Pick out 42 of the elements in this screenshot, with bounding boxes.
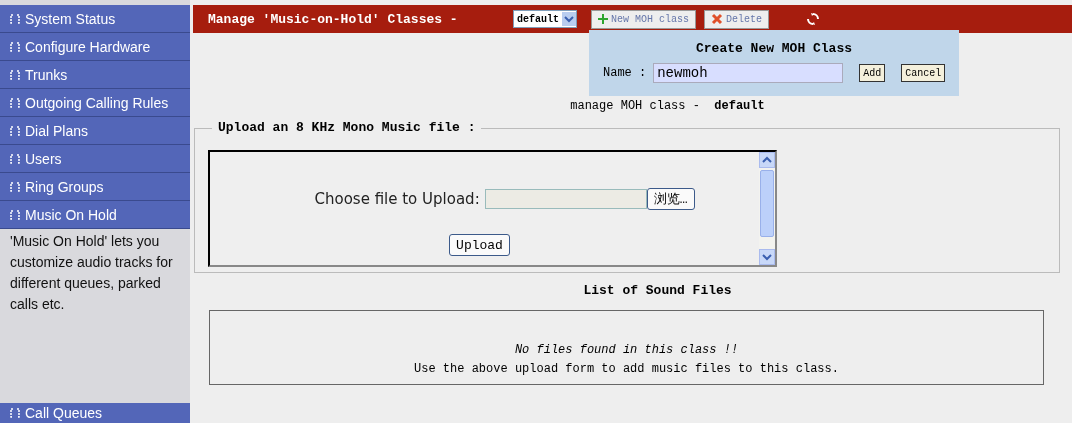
bracket-icon bbox=[10, 97, 20, 108]
bracket-icon bbox=[10, 153, 20, 164]
bracket-icon bbox=[10, 125, 20, 136]
name-field[interactable]: newmoh bbox=[653, 63, 844, 83]
new-class-button[interactable]: New MOH class bbox=[591, 9, 697, 29]
page-title: Manage 'Music-on-Hold' Classes - bbox=[208, 11, 459, 27]
bracket-icon bbox=[10, 69, 20, 80]
upload-legend: Upload an 8 KHz Mono Music file : bbox=[212, 120, 482, 135]
bracket-icon bbox=[10, 13, 20, 24]
plus-icon bbox=[598, 14, 608, 24]
cancel-button[interactable]: Cancel bbox=[901, 64, 946, 82]
sidebar-item[interactable]: System Status bbox=[0, 5, 190, 33]
delete-button[interactable]: Delete bbox=[704, 9, 770, 29]
name-label: Name : bbox=[603, 66, 647, 80]
sidebar-item[interactable]: Music On Hold bbox=[0, 201, 190, 229]
hint-text: Use the above upload form to add music files to this class. bbox=[413, 361, 840, 378]
sidebar-item[interactable]: Configure Hardware bbox=[0, 33, 190, 61]
file-field[interactable] bbox=[484, 189, 647, 209]
add-button[interactable]: Add bbox=[859, 64, 886, 82]
refresh-icon[interactable] bbox=[807, 13, 820, 25]
popup-title: Create New MOH Class bbox=[695, 41, 853, 56]
browse-button[interactable]: 浏览… bbox=[646, 188, 695, 210]
sidebar-description: 'Music On Hold' lets you customize audio tracks for different queues, parked calls etc. bbox=[9, 232, 174, 314]
bracket-icon bbox=[10, 181, 20, 192]
current-class-text: manage MOH class - default bbox=[569, 99, 766, 115]
scrollbar[interactable] bbox=[759, 152, 775, 265]
sidebar-item[interactable]: Dial Plans bbox=[0, 117, 190, 145]
bracket-icon bbox=[10, 41, 20, 52]
sidebar-item[interactable]: Trunks bbox=[0, 61, 190, 89]
class-select[interactable]: default bbox=[513, 10, 577, 28]
sidebar-item[interactable]: Outgoing Calling Rules bbox=[0, 89, 190, 117]
bracket-icon bbox=[10, 408, 20, 418]
sidebar-item[interactable]: Call Queues bbox=[0, 403, 190, 423]
cross-icon bbox=[711, 13, 724, 25]
empty-message: No files found in this class !! bbox=[513, 342, 740, 359]
caret-icon bbox=[562, 12, 576, 26]
file-label: Choose file to Upload: bbox=[314, 190, 480, 208]
sound-files-title: List of Sound Files bbox=[582, 283, 733, 298]
sidebar-item[interactable]: Users bbox=[0, 145, 190, 173]
bracket-icon bbox=[10, 209, 20, 220]
sidebar-item[interactable]: Ring Groups bbox=[0, 173, 190, 201]
upload-button[interactable]: Upload bbox=[449, 234, 510, 256]
